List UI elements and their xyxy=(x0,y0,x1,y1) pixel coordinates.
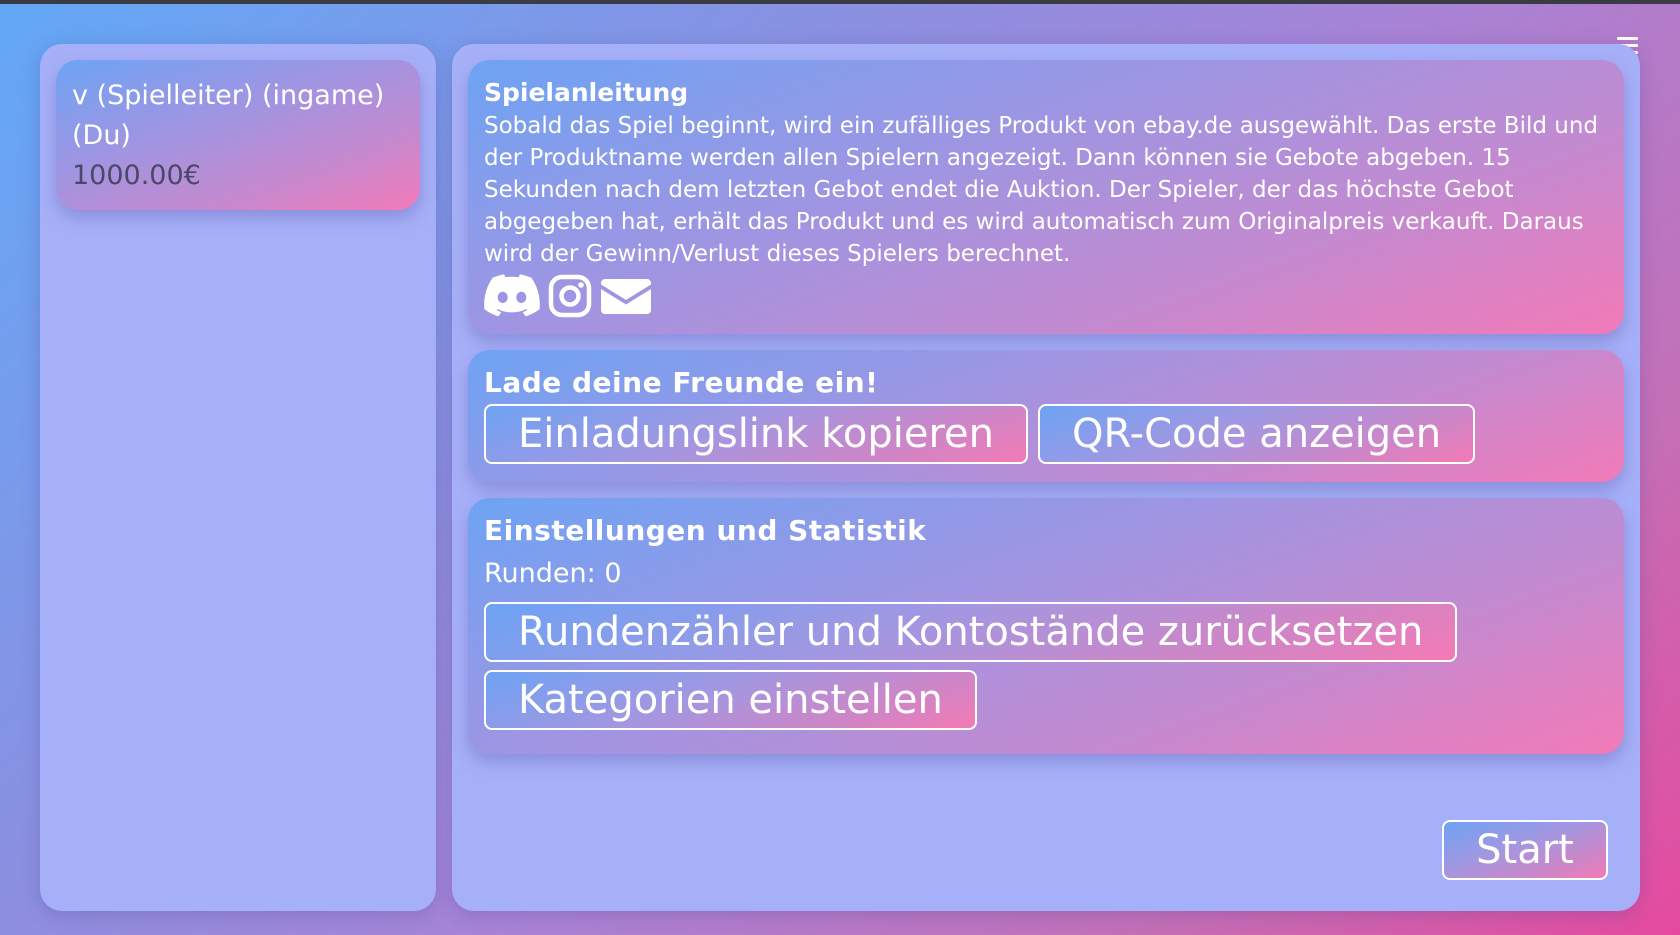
invite-title: Lade deine Freunde ein! xyxy=(484,366,879,399)
start-button[interactable]: Start xyxy=(1442,820,1608,880)
menu-bar xyxy=(1617,37,1638,40)
instagram-icon[interactable] xyxy=(548,274,592,318)
instructions-text: Sobald das Spiel beginnt, wird ein zufäl… xyxy=(484,113,1599,267)
discord-icon[interactable] xyxy=(484,274,540,318)
player-list-panel: v (Spielleiter) (ingame) (Du) 1000.00€ xyxy=(40,44,436,911)
set-categories-button[interactable]: Kategorien einstellen xyxy=(484,670,977,730)
instructions-card: Spielanleitung Sobald das Spiel beginnt,… xyxy=(468,60,1624,334)
settings-card: Einstellungen und Statistik Runden: 0 Ru… xyxy=(468,498,1624,754)
invite-card: Lade deine Freunde ein! Einladungslink k… xyxy=(468,350,1624,482)
instructions-title: Spielanleitung xyxy=(484,78,689,107)
show-qr-code-button[interactable]: QR-Code anzeigen xyxy=(1038,404,1476,464)
mail-icon[interactable] xyxy=(600,274,652,318)
main-panel: Spielanleitung Sobald das Spiel beginnt,… xyxy=(452,44,1640,911)
copy-invite-link-button[interactable]: Einladungslink kopieren xyxy=(484,404,1028,464)
invite-buttons: Einladungslink kopieren QR-Code anzeigen xyxy=(484,404,1608,464)
social-links xyxy=(484,274,1608,318)
player-name: v (Spielleiter) (ingame) (Du) xyxy=(72,80,385,151)
settings-buttons: Rundenzähler und Kontostände zurücksetze… xyxy=(484,602,1608,730)
rounds-counter: Runden: 0 xyxy=(484,558,622,589)
player-card: v (Spielleiter) (ingame) (Du) 1000.00€ xyxy=(56,60,420,210)
reset-rounds-and-balances-button[interactable]: Rundenzähler und Kontostände zurücksetze… xyxy=(484,602,1458,662)
window-top-strip xyxy=(0,0,1680,4)
player-balance: 1000.00€ xyxy=(72,160,201,191)
settings-title: Einstellungen und Statistik xyxy=(484,514,927,547)
